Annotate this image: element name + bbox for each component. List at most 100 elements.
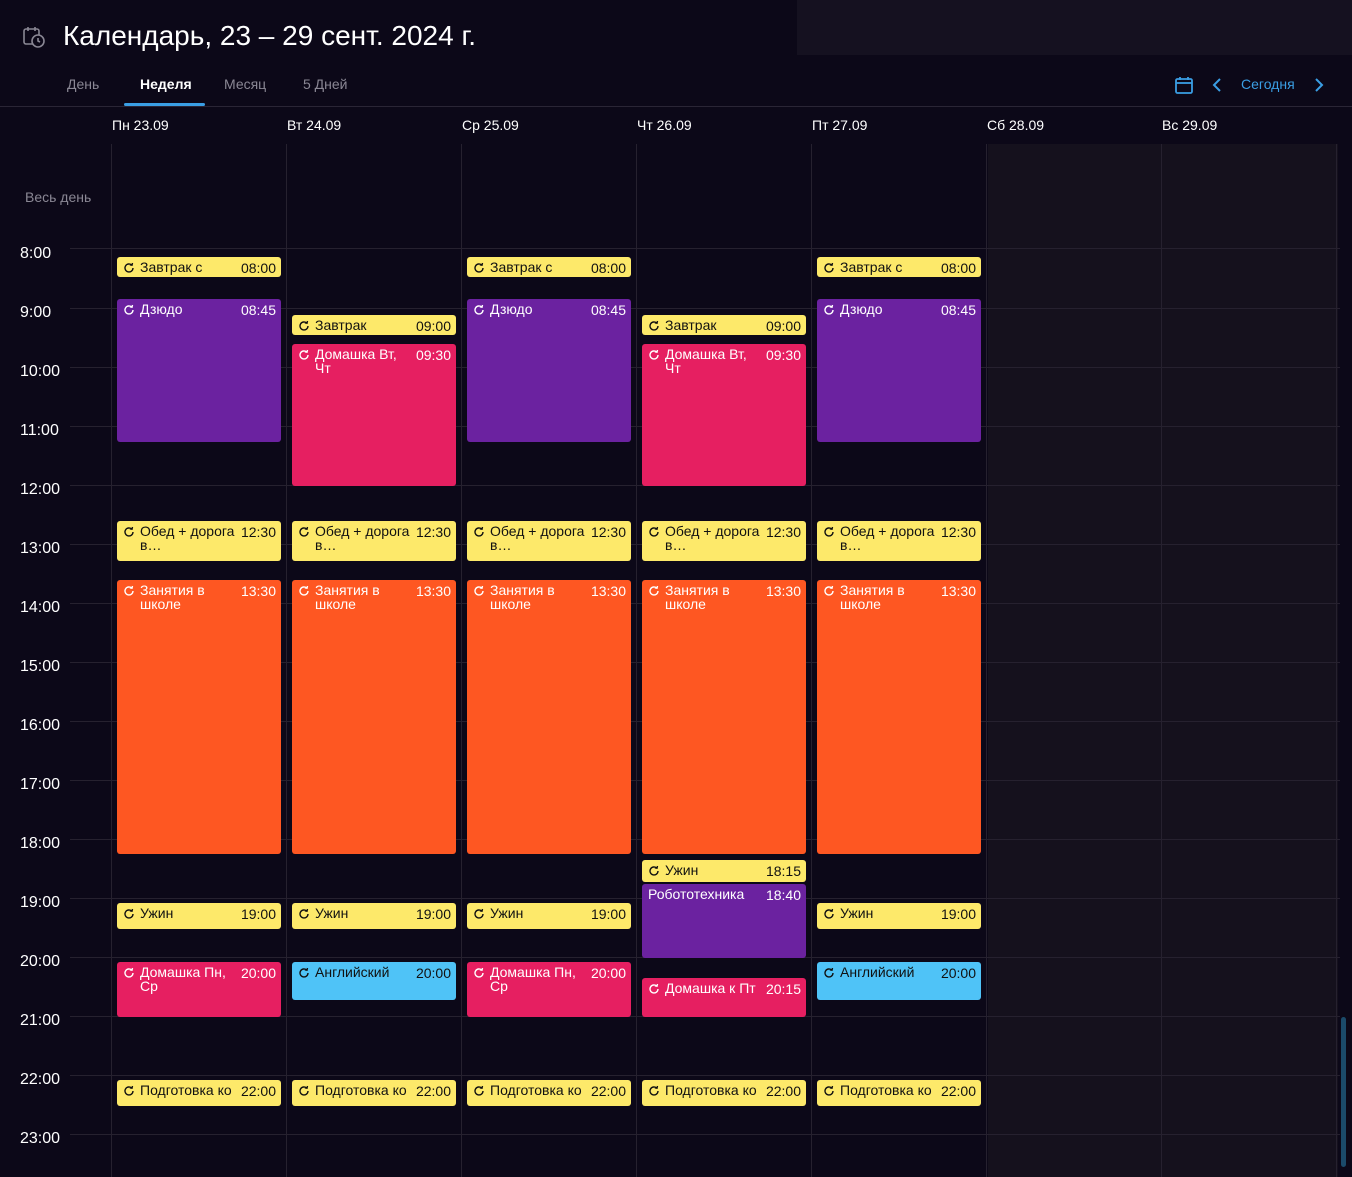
recurring-icon xyxy=(473,261,485,273)
event-time: 12:30 xyxy=(415,524,451,540)
event-time: 20:00 xyxy=(415,965,451,981)
calendar-event[interactable]: Ужин 19:00 xyxy=(117,903,281,929)
chevron-right-icon[interactable] xyxy=(1311,75,1327,95)
calendar-event[interactable]: Обед + дорога в… 12:30 xyxy=(117,521,281,561)
event-title: Занятия в школе xyxy=(490,582,555,612)
calendar-event[interactable]: Домашка Пн, Ср 20:00 xyxy=(467,962,631,1017)
date-picker-icon[interactable] xyxy=(1174,75,1194,95)
event-title: Подготовка ко xyxy=(665,1082,757,1098)
calendar-event[interactable]: Подготовка ко 22:00 xyxy=(817,1080,981,1106)
hour-label: 18:00 xyxy=(20,835,61,852)
recurring-icon xyxy=(473,303,485,315)
day-header[interactable]: Чт 26.09 xyxy=(637,117,692,133)
calendar-event[interactable]: Ужин 18:15 xyxy=(642,860,806,882)
recurring-icon xyxy=(123,966,135,978)
calendar-event[interactable]: Завтрак 09:00 xyxy=(292,315,456,335)
calendar-event[interactable]: Обед + дорога в… 12:30 xyxy=(817,521,981,561)
event-title: Завтрак с xyxy=(840,259,903,275)
event-title: Английский xyxy=(315,964,390,980)
calendar-event[interactable]: Дзюдо 08:45 xyxy=(467,299,631,442)
event-time: 08:45 xyxy=(240,302,276,318)
calendar-event[interactable]: Дзюдо 08:45 xyxy=(817,299,981,442)
event-title: Ужин xyxy=(665,862,699,878)
tab-month[interactable]: Месяц xyxy=(224,76,266,92)
day-header[interactable]: Вс 29.09 xyxy=(1162,117,1217,133)
calendar-event[interactable]: Подготовка ко 22:00 xyxy=(292,1080,456,1106)
day-header[interactable]: Пт 27.09 xyxy=(812,117,867,133)
calendar-event[interactable]: Подготовка ко 22:00 xyxy=(117,1080,281,1106)
calendar-event[interactable]: Завтрак с 08:00 xyxy=(467,257,631,277)
calendar-event[interactable]: Занятия в школе 13:30 xyxy=(817,580,981,854)
calendar-event[interactable]: Ужин 19:00 xyxy=(817,903,981,929)
calendar-event[interactable]: Домашка Вт, Чт 09:30 xyxy=(642,344,806,486)
event-title: Ужин xyxy=(840,905,874,921)
recurring-icon xyxy=(298,348,310,360)
event-title: Дзюдо xyxy=(140,301,183,317)
event-title: Домашка Пн, Ср xyxy=(490,964,576,994)
tab-5-days[interactable]: 5 Дней xyxy=(303,76,348,92)
event-title: Завтрак с xyxy=(140,259,203,275)
hour-label: 15:00 xyxy=(20,658,61,675)
hour-label: 9:00 xyxy=(20,304,52,321)
calendar-event[interactable]: Робототехника 18:40 xyxy=(642,884,806,958)
event-time: 08:45 xyxy=(590,302,626,318)
calendar-event[interactable]: Английский 20:00 xyxy=(817,962,981,1000)
calendar-event[interactable]: Занятия в школе 13:30 xyxy=(467,580,631,854)
event-title: Домашка к Пт xyxy=(665,980,756,996)
day-header[interactable]: Ср 25.09 xyxy=(462,117,519,133)
calendar-event[interactable]: Домашка к Пт 20:15 xyxy=(642,978,806,1017)
calendar-event[interactable]: Занятия в школе 13:30 xyxy=(642,580,806,854)
calendar-event[interactable]: Занятия в школе 13:30 xyxy=(292,580,456,854)
calendar-event[interactable]: Ужин 19:00 xyxy=(467,903,631,929)
event-title: Домашка Вт, Чт xyxy=(665,346,747,376)
day-header[interactable]: Сб 28.09 xyxy=(987,117,1044,133)
chevron-left-icon[interactable] xyxy=(1209,75,1225,95)
day-header[interactable]: Пн 23.09 xyxy=(112,117,169,133)
recurring-icon xyxy=(648,864,660,876)
recurring-icon xyxy=(473,525,485,537)
calendar-event[interactable]: Подготовка ко 22:00 xyxy=(467,1080,631,1106)
recurring-icon xyxy=(648,982,660,994)
calendar-event[interactable]: Занятия в школе 13:30 xyxy=(117,580,281,854)
event-time: 08:00 xyxy=(940,260,976,276)
event-time: 20:00 xyxy=(940,965,976,981)
calendar-event[interactable]: Обед + дорога в… 12:30 xyxy=(467,521,631,561)
event-time: 22:00 xyxy=(240,1083,276,1099)
event-title: Ужин xyxy=(140,905,174,921)
recurring-icon xyxy=(298,319,310,331)
calendar-event[interactable]: Ужин 19:00 xyxy=(292,903,456,929)
tab-week[interactable]: Неделя xyxy=(140,76,192,92)
calendar-event[interactable]: Дзюдо 08:45 xyxy=(117,299,281,442)
event-title: Занятия в школе xyxy=(315,582,380,612)
calendar-event[interactable]: Домашка Пн, Ср 20:00 xyxy=(117,962,281,1017)
weekend-column-sun xyxy=(1163,144,1338,1177)
recurring-icon xyxy=(648,348,660,360)
event-time: 22:00 xyxy=(765,1083,801,1099)
event-title: Робототехника xyxy=(648,886,745,902)
scrollbar-thumb[interactable] xyxy=(1341,1017,1346,1167)
calendar-event[interactable]: Подготовка ко 22:00 xyxy=(642,1080,806,1106)
recurring-icon xyxy=(823,525,835,537)
all-day-divider xyxy=(70,248,1340,249)
active-tab-indicator xyxy=(124,103,205,106)
event-time: 12:30 xyxy=(765,524,801,540)
event-title: Дзюдо xyxy=(840,301,883,317)
today-button[interactable]: Сегодня xyxy=(1241,76,1295,92)
calendar-event[interactable]: Домашка Вт, Чт 09:30 xyxy=(292,344,456,486)
calendar-event[interactable]: Завтрак с 08:00 xyxy=(817,257,981,277)
calendar-event[interactable]: Завтрак 09:00 xyxy=(642,315,806,335)
event-title: Ужин xyxy=(315,905,349,921)
calendar-event[interactable]: Английский 20:00 xyxy=(292,962,456,1000)
calendar-event[interactable]: Обед + дорога в… 12:30 xyxy=(642,521,806,561)
event-title: Дзюдо xyxy=(490,301,533,317)
hour-label: 22:00 xyxy=(20,1071,61,1088)
recurring-icon xyxy=(123,907,135,919)
calendar-event[interactable]: Завтрак с 08:00 xyxy=(117,257,281,277)
tab-day[interactable]: День xyxy=(67,76,99,92)
day-header[interactable]: Вт 24.09 xyxy=(287,117,341,133)
event-time: 12:30 xyxy=(590,524,626,540)
hour-label: 20:00 xyxy=(20,953,61,970)
event-title: Обед + дорога в… xyxy=(140,523,235,553)
calendar-event[interactable]: Обед + дорога в… 12:30 xyxy=(292,521,456,561)
event-time: 09:30 xyxy=(415,347,451,363)
